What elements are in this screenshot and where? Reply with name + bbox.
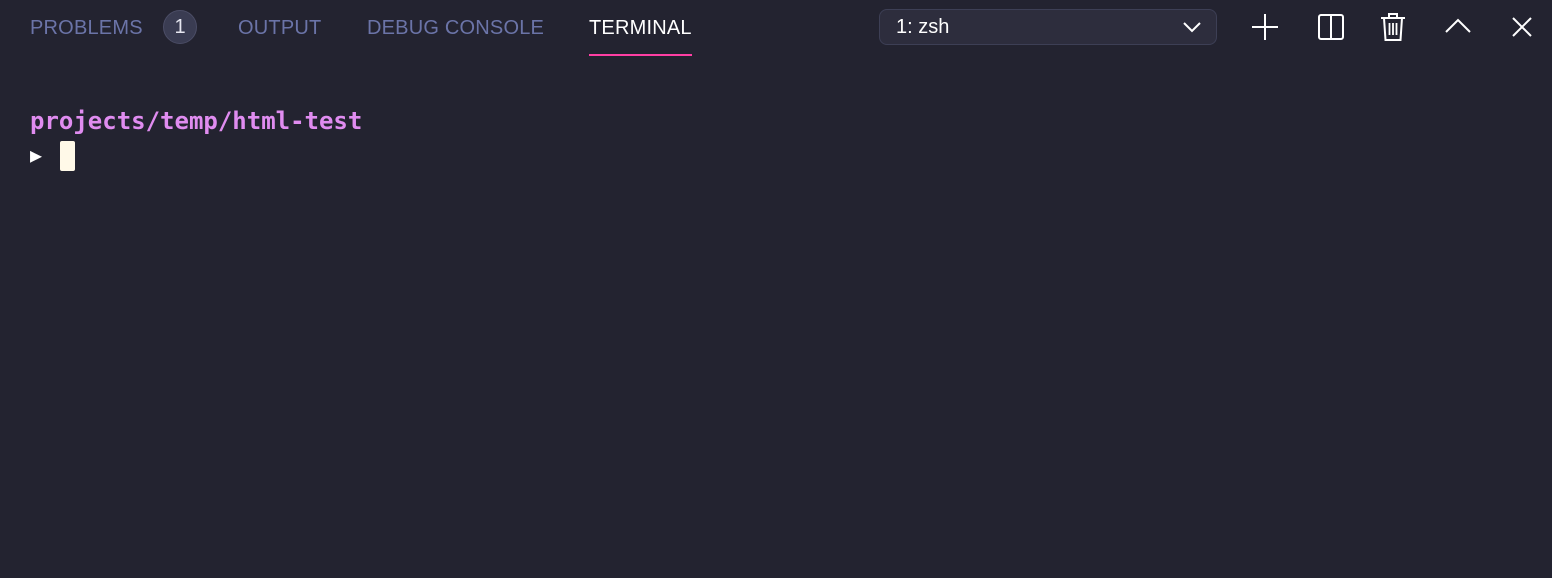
active-tab-underline bbox=[589, 54, 692, 56]
tab-terminal-label: TERMINAL bbox=[589, 17, 692, 39]
tab-terminal[interactable]: TERMINAL bbox=[589, 0, 692, 56]
tab-output[interactable]: OUTPUT bbox=[238, 0, 321, 56]
split-icon bbox=[1318, 14, 1344, 40]
tab-debug-console[interactable]: DEBUG CONSOLE bbox=[367, 0, 544, 56]
plus-icon bbox=[1252, 14, 1278, 40]
new-terminal-button[interactable] bbox=[1248, 10, 1282, 44]
tab-problems-label: PROBLEMS bbox=[30, 17, 143, 39]
terminal-output[interactable]: projects/temp/html-test ▶ bbox=[30, 104, 362, 172]
terminal-cwd: projects/temp/html-test bbox=[30, 107, 363, 135]
terminal-cursor bbox=[60, 141, 75, 171]
prompt-arrow-icon: ▶ bbox=[30, 143, 43, 167]
close-panel-button[interactable] bbox=[1505, 10, 1539, 44]
terminal-select-value: 1: zsh bbox=[896, 16, 950, 38]
terminal-prompt-line: ▶ bbox=[30, 138, 362, 172]
terminal-select-dropdown[interactable]: 1: zsh bbox=[879, 9, 1217, 45]
panel-tab-bar: PROBLEMS 1 OUTPUT DEBUG CONSOLE TERMINAL… bbox=[0, 0, 1552, 56]
kill-terminal-button[interactable] bbox=[1376, 10, 1410, 44]
chevron-down-icon bbox=[1183, 22, 1201, 33]
problems-count-badge: 1 bbox=[163, 10, 197, 44]
close-icon bbox=[1512, 17, 1532, 37]
chevron-up-icon bbox=[1445, 18, 1471, 33]
tab-problems[interactable]: PROBLEMS bbox=[30, 0, 143, 56]
split-terminal-button[interactable] bbox=[1314, 10, 1348, 44]
terminal-panel: PROBLEMS 1 OUTPUT DEBUG CONSOLE TERMINAL… bbox=[0, 0, 1552, 578]
trash-icon bbox=[1381, 13, 1405, 41]
tab-debug-console-label: DEBUG CONSOLE bbox=[367, 17, 545, 39]
tab-output-label: OUTPUT bbox=[238, 17, 322, 39]
maximize-panel-button[interactable] bbox=[1441, 10, 1475, 44]
